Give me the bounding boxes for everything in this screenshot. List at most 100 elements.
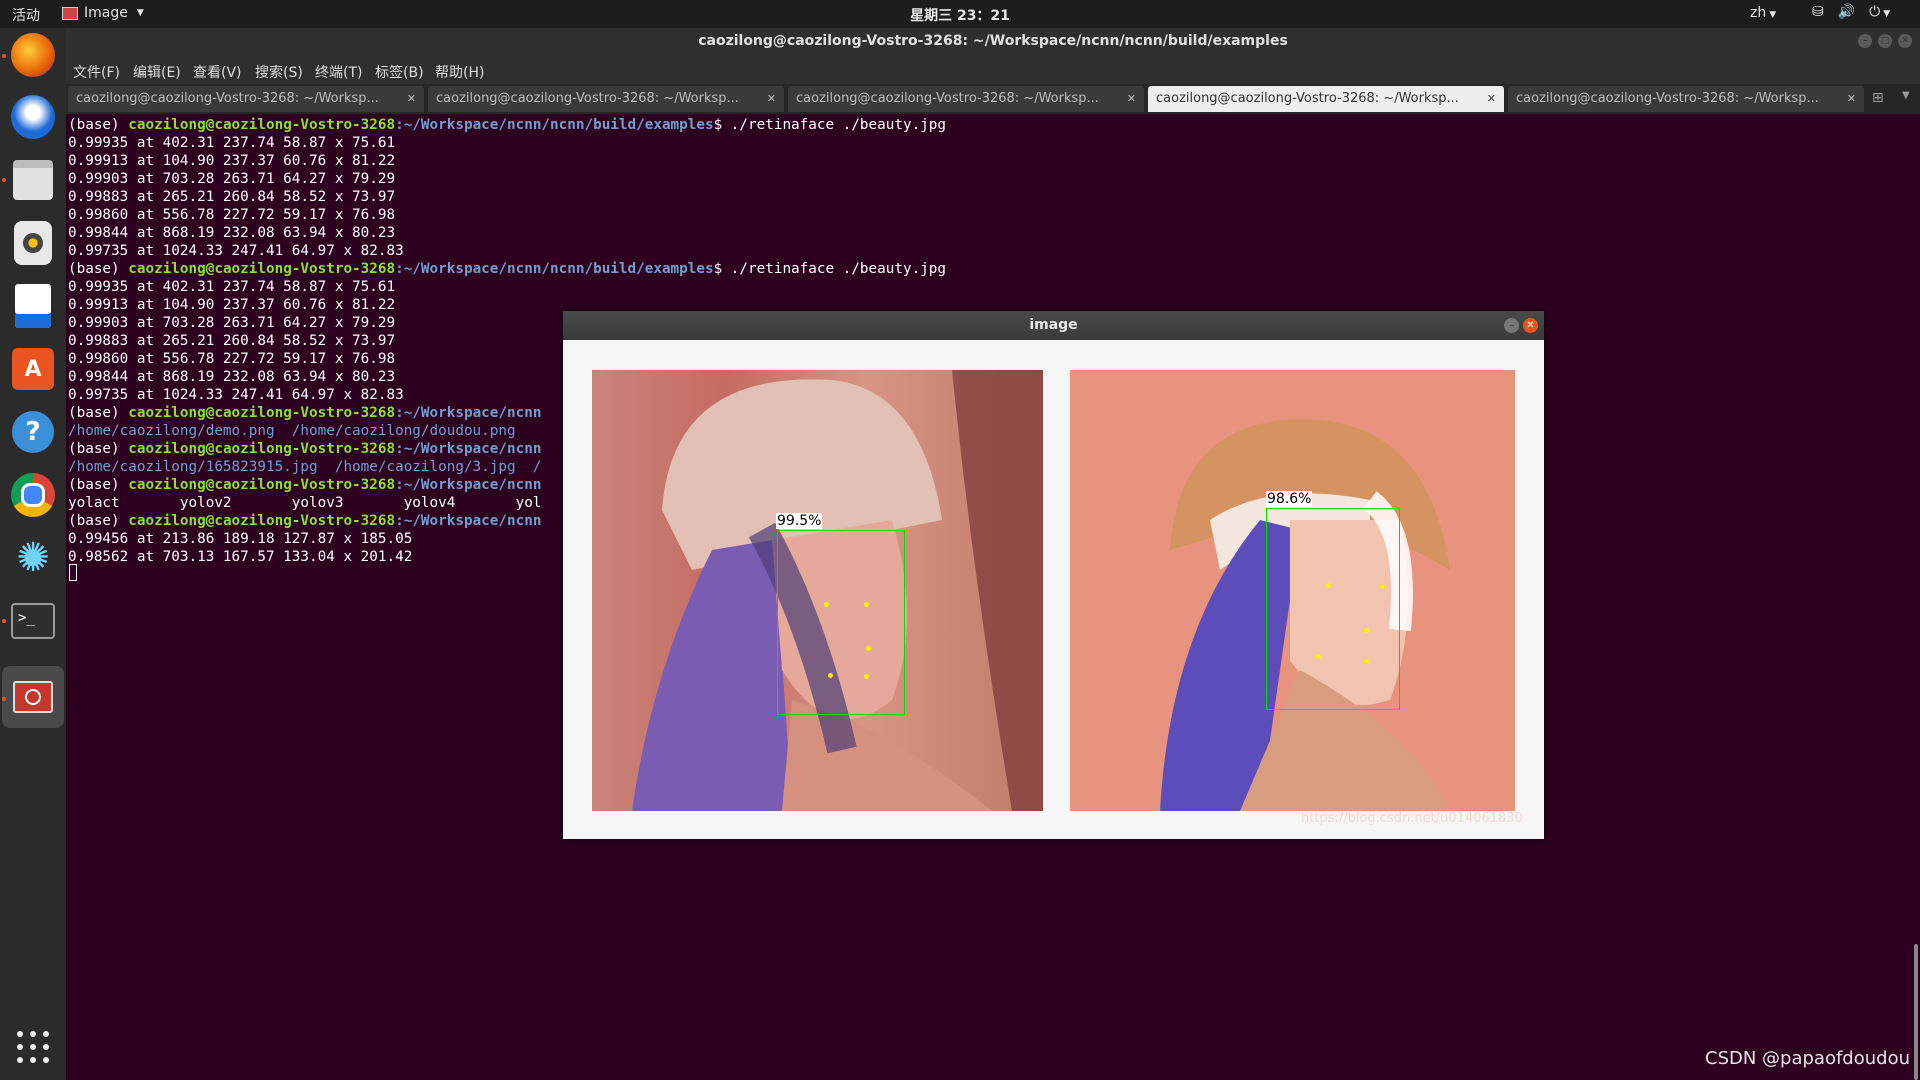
terminal-line: 0.99903 at 703.28 263.71 64.27 x 79.29 <box>68 314 395 332</box>
landmark-eye-right <box>864 602 869 607</box>
close-button[interactable]: ✕ <box>1523 318 1538 333</box>
scrollbar[interactable] <box>1914 944 1918 1080</box>
terminal-title-bar[interactable]: caozilong@caozilong-Vostro-3268: ~/Works… <box>66 28 1920 58</box>
tab-1[interactable]: caozilong@caozilong-Vostro-3268: ~/Works… <box>68 86 424 112</box>
image-viewer-icon <box>13 681 53 713</box>
software-center-icon: A <box>12 348 54 390</box>
terminal-line: 0.99883 at 265.21 260.84 58.52 x 73.97 <box>68 188 395 206</box>
dock-settings[interactable]: ✺ <box>9 534 57 582</box>
dock-files[interactable] <box>9 156 57 204</box>
terminal-line: (base) caozilong@caozilong-Vostro-3268:~… <box>68 476 541 494</box>
prompt-env: (base) <box>68 513 129 529</box>
dock-rhythmbox[interactable] <box>9 219 57 267</box>
landmark-eye-left <box>824 602 829 607</box>
prompt-env: (base) <box>68 405 129 421</box>
output-text: 0.99903 at 703.28 263.71 64.27 x 79.29 <box>68 315 396 331</box>
left-detection-image: 99.5% <box>592 370 1043 811</box>
rhythmbox-icon <box>14 221 52 265</box>
terminal-line: 0.98562 at 703.13 167.57 133.04 x 201.42 <box>68 548 412 566</box>
tab-5[interactable]: caozilong@caozilong-Vostro-3268: ~/Works… <box>1508 86 1864 112</box>
close-icon[interactable]: ✕ <box>767 86 776 112</box>
prompt-path: :~/Workspace/ncnn <box>395 405 542 421</box>
output-text: 0.98562 at 703.13 167.57 133.04 x 201.42 <box>68 549 413 565</box>
terminal-line: 0.99844 at 868.19 232.08 63.94 x 80.23 <box>68 368 395 386</box>
dock-writer[interactable] <box>9 282 57 330</box>
tab-bar: caozilong@caozilong-Vostro-3268: ~/Works… <box>66 84 1920 114</box>
dock-help[interactable]: ? <box>9 408 57 456</box>
output-text: 0.99883 at 265.21 260.84 58.52 x 73.97 <box>68 333 396 349</box>
output-text: 0.99735 at 1024.33 247.41 64.97 x 82.83 <box>68 243 404 259</box>
menu-tabs[interactable]: 标签(B) <box>375 62 424 82</box>
terminal-line: 0.99913 at 104.90 237.37 60.76 x 81.22 <box>68 296 395 314</box>
terminal-line: 0.99913 at 104.90 237.37 60.76 x 81.22 <box>68 152 395 170</box>
terminal-line: (base) caozilong@caozilong-Vostro-3268:~… <box>68 404 541 422</box>
landmark-eye-left <box>1326 583 1331 588</box>
dock-chrome[interactable] <box>9 471 57 519</box>
output-text: 0.99844 at 868.19 232.08 63.94 x 80.23 <box>68 225 396 241</box>
close-button[interactable]: ✕ <box>1898 34 1912 48</box>
right-detection-image: 98.6% <box>1070 370 1515 811</box>
running-indicator <box>2 178 6 182</box>
files-icon <box>13 160 53 200</box>
terminal-line: yolact yolov2 yolov3 yolov4 yol <box>68 494 541 512</box>
input-method-menu[interactable]: zh ▼ <box>1750 5 1776 21</box>
tab-label: caozilong@caozilong-Vostro-3268: ~/Works… <box>76 91 379 106</box>
dock-firefox[interactable] <box>9 31 57 79</box>
terminal-line: /home/caozilong/165823915.jpg /home/caoz… <box>68 458 541 476</box>
confidence-label: 98.6% <box>1266 491 1313 507</box>
prompt-path: :~/Workspace/ncnn <box>395 477 542 493</box>
close-icon[interactable]: ✕ <box>1487 86 1496 112</box>
tab-3[interactable]: caozilong@caozilong-Vostro-3268: ~/Works… <box>788 86 1144 112</box>
tab-label: caozilong@caozilong-Vostro-3268: ~/Works… <box>796 91 1099 106</box>
close-icon[interactable]: ✕ <box>1127 86 1136 112</box>
menu-edit[interactable]: 编辑(E) <box>133 62 181 82</box>
dock-thunderbird[interactable] <box>9 93 57 141</box>
menu-bar: 文件(F) 编辑(E) 查看(V) 搜索(S) 终端(T) 标签(B) 帮助(H… <box>66 58 1920 84</box>
dock-terminal[interactable]: >_ <box>9 597 57 645</box>
tab-4[interactable]: caozilong@caozilong-Vostro-3268: ~/Works… <box>1148 86 1504 112</box>
prompt-env: (base) <box>68 117 129 133</box>
thunderbird-icon <box>11 95 55 139</box>
close-icon[interactable]: ✕ <box>407 86 416 112</box>
dock: A ? ✺ >_ <box>0 28 66 1080</box>
menu-search[interactable]: 搜索(S) <box>255 62 303 82</box>
dock-show-apps[interactable] <box>9 1023 57 1071</box>
dock-image-viewer[interactable] <box>2 666 64 728</box>
chevron-down-icon: ▼ <box>1769 10 1777 20</box>
blog-watermark: https://blog.csdn.net/u014061830 <box>1301 811 1523 826</box>
close-icon[interactable]: ✕ <box>1847 86 1856 112</box>
tab-list-icon[interactable]: ▼ <box>1902 90 1910 101</box>
maximize-button[interactable]: □ <box>1878 34 1892 48</box>
terminal-line: 0.99903 at 703.28 263.71 64.27 x 79.29 <box>68 170 395 188</box>
menu-file[interactable]: 文件(F) <box>73 62 120 82</box>
lang-label: zh <box>1750 5 1767 21</box>
firefox-icon <box>11 33 55 77</box>
menu-terminal[interactable]: 终端(T) <box>315 62 362 82</box>
settings-icon: ✺ <box>11 535 55 581</box>
landmark-mouth-right <box>1364 659 1369 664</box>
menu-view[interactable]: 查看(V) <box>193 62 242 82</box>
writer-icon <box>15 284 51 328</box>
menu-help[interactable]: 帮助(H) <box>435 62 484 82</box>
face-bounding-box <box>777 530 905 715</box>
system-tray[interactable]: ⛁ 🔊 ⏻ ▼ <box>1812 4 1890 20</box>
completion-text: /home/caozilong/165823915.jpg /home/caoz… <box>68 459 542 475</box>
dock-software[interactable]: A <box>9 345 57 393</box>
new-tab-icon[interactable]: ⊞ <box>1872 90 1884 106</box>
top-bar: 活动 Image ▼ 星期三 23：21 zh ▼ ⛁ 🔊 ⏻ ▼ <box>0 0 1920 28</box>
image-window[interactable]: image – ✕ 99.5% 98.6% https://blog.csdn.… <box>563 311 1544 839</box>
image-window-title-bar[interactable]: image <box>563 311 1544 340</box>
minimize-button[interactable]: – <box>1858 34 1872 48</box>
tab-2[interactable]: caozilong@caozilong-Vostro-3268: ~/Works… <box>428 86 784 112</box>
csdn-watermark: CSDN @papaofdoudou <box>1705 1048 1910 1069</box>
minimize-button[interactable]: – <box>1504 318 1519 333</box>
landmark-mouth-left <box>828 673 833 678</box>
prompt-env: (base) <box>68 441 129 457</box>
prompt-user: caozilong@caozilong-Vostro-3268 <box>128 477 396 493</box>
running-indicator <box>2 619 6 623</box>
output-text: 0.99913 at 104.90 237.37 60.76 x 81.22 <box>68 153 396 169</box>
clock[interactable]: 星期三 23：21 <box>0 5 1920 25</box>
output-text: 0.99456 at 213.86 189.18 127.87 x 185.05 <box>68 531 413 547</box>
image-window-title: image <box>1029 317 1078 333</box>
terminal-line: /home/caozilong/demo.png /home/caozilong… <box>68 422 516 440</box>
